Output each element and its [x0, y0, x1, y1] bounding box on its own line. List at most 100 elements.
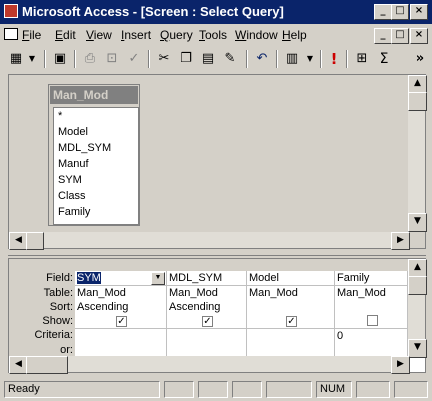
- chevron-down-icon[interactable]: ▼: [26, 49, 38, 69]
- grid-field-cell[interactable]: Model: [247, 271, 335, 286]
- menu-insert[interactable]: Insert: [121, 28, 151, 42]
- copy-icon[interactable]: ❐: [176, 49, 196, 69]
- field-list: * Model MDL_SYM Manuf SYM Class Family: [53, 107, 139, 225]
- hscroll-thumb[interactable]: [26, 356, 68, 374]
- grid-field-cell[interactable]: Family: [335, 271, 408, 286]
- status-panel: [198, 381, 228, 398]
- scroll-right-icon[interactable]: ▶: [391, 356, 410, 374]
- title-bar: Microsoft Access - [Screen : Select Quer…: [0, 0, 432, 24]
- grid-sort-cell[interactable]: Ascending: [167, 300, 247, 315]
- menu-view[interactable]: View: [86, 28, 112, 42]
- status-panel: [164, 381, 194, 398]
- scroll-right-icon[interactable]: ▶: [391, 232, 410, 250]
- field-item[interactable]: MDL_SYM: [58, 142, 111, 154]
- status-panel: [394, 381, 428, 398]
- run-icon[interactable]: !: [324, 49, 344, 69]
- close-button[interactable]: ×: [410, 4, 428, 20]
- row-label-table: Table:: [13, 287, 73, 299]
- field-item[interactable]: *: [58, 110, 62, 122]
- grid-table-cell[interactable]: Man_Mod: [75, 286, 167, 301]
- window-title: Microsoft Access - [Screen : Select Quer…: [22, 4, 284, 19]
- query-type-icon[interactable]: ▥: [282, 49, 302, 69]
- menu-help[interactable]: Help: [282, 28, 307, 42]
- field-item[interactable]: Manuf: [58, 158, 89, 170]
- pane-splitter[interactable]: [8, 250, 426, 256]
- status-panel: [356, 381, 390, 398]
- print-icon[interactable]: ⎙: [80, 49, 100, 69]
- show-checkbox[interactable]: ✓: [116, 316, 127, 327]
- grid-criteria-cell[interactable]: [247, 329, 335, 344]
- row-label-or: or:: [13, 344, 73, 356]
- print-preview-icon[interactable]: ⊡: [102, 49, 122, 69]
- scroll-thumb[interactable]: [408, 92, 427, 111]
- field-item[interactable]: SYM: [58, 174, 82, 186]
- grid-criteria-cell[interactable]: 0: [335, 329, 408, 344]
- menu-query[interactable]: Query: [160, 28, 193, 42]
- grid-criteria-cell[interactable]: [75, 329, 167, 344]
- format-painter-icon[interactable]: ✎: [220, 49, 240, 69]
- cut-icon[interactable]: ✂: [154, 49, 174, 69]
- show-checkbox[interactable]: ✓: [202, 316, 213, 327]
- show-checkbox[interactable]: ✓: [286, 316, 297, 327]
- scroll-down-icon[interactable]: ▼: [408, 339, 427, 358]
- undo-icon[interactable]: ↶: [252, 49, 272, 69]
- menu-bar: File Edit View Insert Query Tools Window…: [0, 24, 432, 46]
- grid-field-cell[interactable]: SYM ▼: [75, 271, 167, 286]
- paste-icon[interactable]: ▤: [198, 49, 218, 69]
- grid-sort-cell[interactable]: [335, 300, 408, 315]
- toolbar-overflow-icon[interactable]: »: [410, 49, 430, 69]
- menu-tools[interactable]: Tools: [199, 28, 227, 42]
- grid-field-cell[interactable]: MDL_SYM: [167, 271, 247, 286]
- scroll-thumb[interactable]: [408, 276, 427, 295]
- menu-edit[interactable]: Edit: [55, 28, 76, 42]
- status-bar: Ready NUM: [0, 378, 432, 401]
- doc-minimize-button[interactable]: _: [374, 28, 392, 44]
- doc-close-button[interactable]: ×: [410, 28, 428, 44]
- row-label-field: Field:: [13, 272, 73, 284]
- table-pane-hscroll[interactable]: ◀ ▶: [9, 232, 410, 250]
- grid-sort-cell[interactable]: Ascending: [75, 300, 167, 315]
- spelling-icon[interactable]: ✓: [124, 49, 144, 69]
- grid-hscroll[interactable]: ◀ ▶: [9, 356, 410, 374]
- field-item[interactable]: Model: [58, 126, 88, 138]
- grid-sort-cell[interactable]: [247, 300, 335, 315]
- grid-show-cell[interactable]: ✓: [167, 314, 247, 329]
- row-label-show: Show:: [13, 315, 73, 327]
- grid-vscroll[interactable]: ▲ ▼: [408, 259, 427, 358]
- chevron-down-icon[interactable]: ▼: [151, 272, 165, 285]
- grid-table-cell[interactable]: Man_Mod: [335, 286, 408, 301]
- minimize-button[interactable]: _: [374, 4, 392, 20]
- table-pane-vscroll[interactable]: ▲ ▼: [408, 75, 427, 232]
- row-label-sort: Sort:: [13, 301, 73, 313]
- menu-file[interactable]: File: [22, 28, 41, 42]
- grid-show-cell[interactable]: ✓: [75, 314, 167, 329]
- maximize-button[interactable]: □: [391, 4, 409, 20]
- num-lock-indicator: NUM: [316, 381, 352, 398]
- grid-show-cell[interactable]: ✓: [247, 314, 335, 329]
- field-item[interactable]: Family: [58, 206, 90, 218]
- field-item[interactable]: Class: [58, 190, 86, 202]
- status-text: Ready: [4, 381, 160, 398]
- show-checkbox[interactable]: [366, 315, 378, 326]
- datasheet-view-icon[interactable]: ▦: [6, 49, 26, 69]
- scroll-down-icon[interactable]: ▼: [408, 213, 427, 232]
- totals-icon[interactable]: Σ: [374, 49, 394, 69]
- hscroll-thumb[interactable]: [26, 232, 44, 250]
- show-table-icon[interactable]: ⊞: [352, 49, 372, 69]
- status-panel: [266, 381, 312, 398]
- save-icon[interactable]: ▣: [50, 49, 70, 69]
- grid-table-cell[interactable]: Man_Mod: [167, 286, 247, 301]
- table-name[interactable]: Man_Mod: [50, 86, 138, 104]
- grid-criteria-cell[interactable]: [167, 329, 247, 344]
- field-value[interactable]: SYM: [77, 272, 101, 284]
- table-field-list[interactable]: Man_Mod * Model MDL_SYM Manuf SYM Class …: [48, 84, 140, 226]
- doc-restore-button[interactable]: □: [391, 28, 409, 44]
- access-app-icon: [4, 4, 18, 18]
- query-type-dropdown-icon[interactable]: ▼: [304, 49, 316, 69]
- grid-table-cell[interactable]: Man_Mod: [247, 286, 335, 301]
- design-grid: Field: Table: Sort: Show: Criteria: or: …: [8, 258, 427, 374]
- menu-window[interactable]: Window: [235, 28, 278, 42]
- status-panel: [232, 381, 262, 398]
- doc-icon[interactable]: [4, 28, 18, 43]
- grid-show-cell[interactable]: [335, 314, 408, 329]
